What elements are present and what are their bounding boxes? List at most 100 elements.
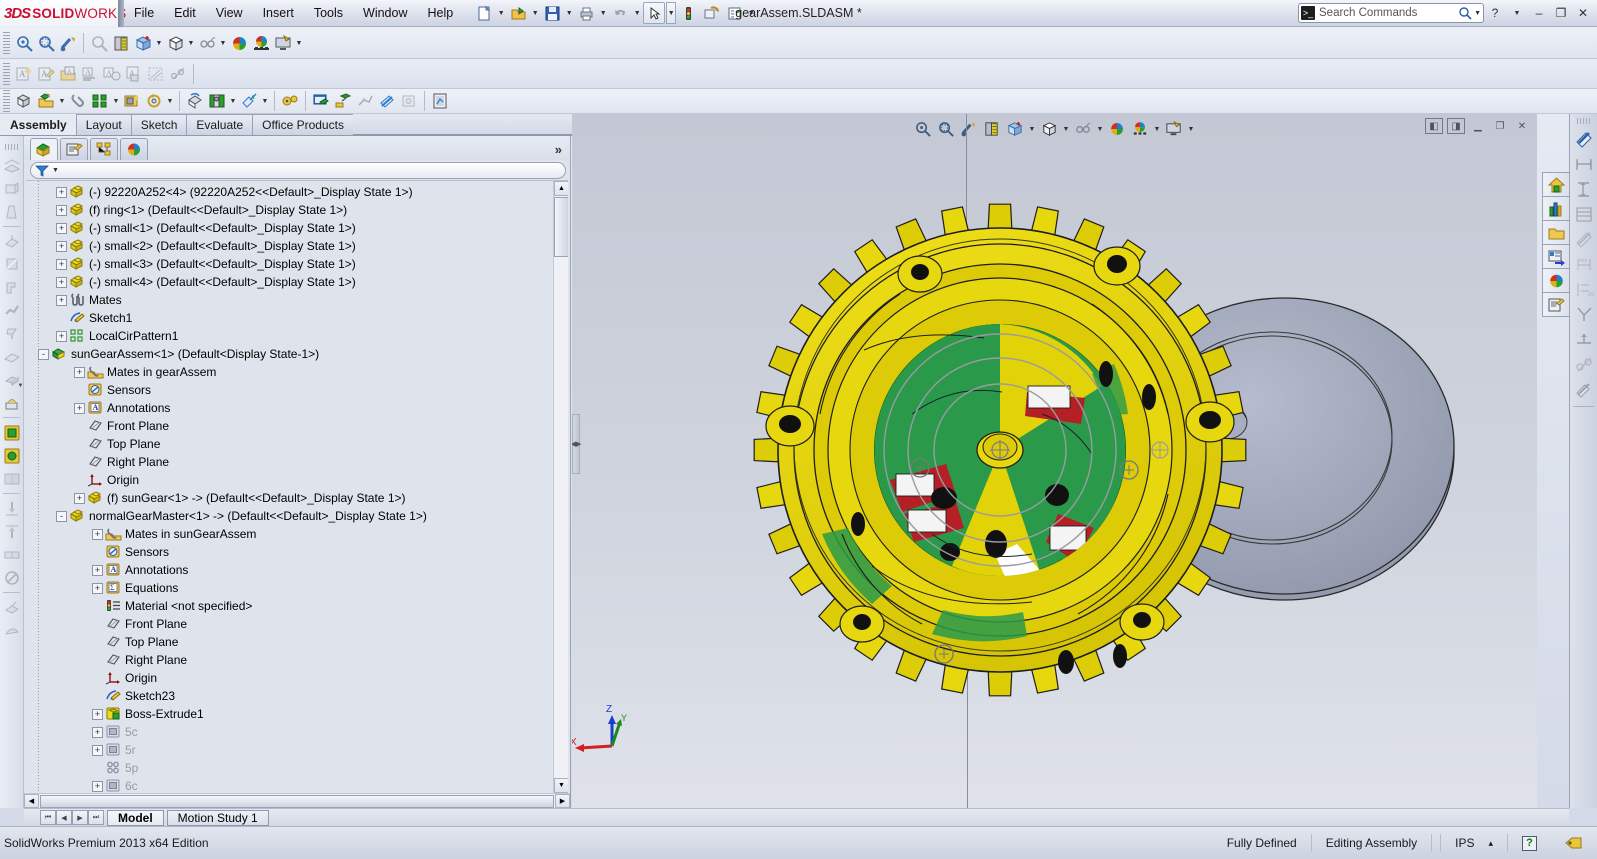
expand-node-button[interactable]: + [92, 780, 103, 792]
interference-detection-icon[interactable] [376, 90, 398, 112]
sketched-bend-icon[interactable] [1, 345, 23, 368]
chevron-down-icon[interactable]: ▼ [57, 90, 67, 112]
tab-sketch[interactable]: Sketch [130, 114, 188, 135]
chevron-down-icon[interactable]: ▼ [165, 90, 175, 112]
feature-manager-design-tree-icon[interactable] [30, 138, 58, 160]
vent-icon[interactable] [1, 520, 23, 543]
filter-dropdown-icon[interactable]: ▼ [52, 167, 59, 174]
expand-node-button[interactable]: + [56, 294, 67, 306]
chevron-down-icon[interactable]: ▼ [294, 32, 304, 54]
open-annotation-icon[interactable]: A [57, 63, 79, 85]
expand-node-button[interactable]: + [74, 402, 85, 414]
menu-item-edit[interactable]: Edit [164, 2, 206, 24]
expand-node-button[interactable]: + [92, 528, 103, 540]
feature-tree-item[interactable]: Right Plane [32, 651, 568, 669]
feature-tree-item[interactable]: + A Annotations [32, 561, 568, 579]
status-help-cell[interactable]: ? [1507, 834, 1551, 852]
feature-tree-item[interactable]: + Boss-Extrude1 [32, 705, 568, 723]
chevron-down-icon[interactable]: ▼ [186, 32, 196, 54]
help-dropdown-icon[interactable]: ▼ [1507, 3, 1527, 23]
fold-icon[interactable] [1, 619, 23, 642]
chevron-down-icon[interactable]: ▼ [598, 2, 608, 24]
tree-overflow-button[interactable]: » [555, 142, 562, 157]
chevron-down-icon[interactable]: ▼ [154, 32, 164, 54]
balloon-icon[interactable]: A [101, 63, 123, 85]
feature-tree-item[interactable]: + (-) small<4> (Default<<Default>_Display… [32, 273, 568, 291]
feature-tree-item[interactable]: Origin [32, 669, 568, 687]
feature-tree-scroll-area[interactable]: + (-) 92220A252<4> (92220A252<<Default>_D… [26, 180, 568, 793]
view-orientation-icon[interactable] [132, 32, 154, 54]
feature-tree-item[interactable]: Sensors [32, 543, 568, 561]
collapse-node-button[interactable]: - [38, 348, 49, 360]
feature-tree-item[interactable]: + LocalCirPattern1 [32, 327, 568, 345]
baseline-dimension-icon[interactable] [1572, 202, 1596, 227]
feature-tree-item[interactable]: + (f) ring<1> (Default<<Default>_Display … [32, 201, 568, 219]
cross-break-icon[interactable] [1, 444, 23, 467]
previous-view-icon[interactable] [88, 32, 110, 54]
zoom-to-fit-icon[interactable] [13, 32, 35, 54]
tab-office-products[interactable]: Office Products [252, 114, 354, 135]
expand-node-button[interactable]: + [74, 492, 85, 504]
vertical-dimension-icon[interactable] [1572, 177, 1596, 202]
scroll-down-button[interactable]: ▼ [554, 778, 568, 793]
strip-grip[interactable] [1576, 118, 1591, 124]
scroll-left-button[interactable]: ◀ [24, 794, 39, 808]
chevron-down-icon[interactable]: ▼ [111, 90, 121, 112]
gear-assembly-3d-model[interactable]: Z X Y [572, 114, 1537, 808]
feature-tree-item[interactable]: + Mates in sunGearAssem [32, 525, 568, 543]
dimension-icon[interactable] [167, 63, 189, 85]
strip-grip[interactable] [4, 144, 19, 150]
view-settings-icon[interactable] [272, 32, 294, 54]
stacked-balloon-icon[interactable]: A [123, 63, 145, 85]
new-document-icon[interactable] [473, 2, 495, 24]
feature-tree-item[interactable]: +5r [32, 741, 568, 759]
hole-series-icon[interactable] [398, 90, 420, 112]
status-tag-cell[interactable] [1551, 834, 1597, 852]
chevron-down-icon[interactable]: ▼ [632, 2, 642, 24]
feature-tree-item[interactable]: Front Plane [32, 417, 568, 435]
feature-tree-item[interactable]: Sketch23 [32, 687, 568, 705]
view-palette-icon[interactable] [1542, 244, 1569, 269]
feature-tree-item[interactable]: - normalGearMaster<1> -> (Default<<Defaul… [32, 507, 568, 525]
print-icon[interactable] [575, 2, 597, 24]
chevron-down-icon[interactable]: ▼ [564, 2, 574, 24]
feature-tree-item[interactable]: + (-) 92220A252<4> (92220A252<<Default>_D… [32, 183, 568, 201]
menu-item-tools[interactable]: Tools [304, 2, 353, 24]
tab-icon[interactable] [1, 543, 23, 566]
nav-prev-button[interactable]: ◀ [56, 810, 72, 825]
search-dropdown-icon[interactable]: ▼ [1474, 10, 1481, 17]
section-view-icon[interactable] [110, 32, 132, 54]
minimize-icon[interactable]: – [1529, 3, 1549, 23]
edge-flange-icon[interactable]: ▼ [1, 368, 24, 391]
exploded-view-icon[interactable] [332, 90, 354, 112]
zoom-to-area-icon[interactable] [35, 32, 57, 54]
expand-node-button[interactable]: + [92, 582, 103, 594]
appearances-scenes-icon[interactable] [1542, 268, 1569, 293]
menu-item-help[interactable]: Help [418, 2, 464, 24]
feature-tree-item[interactable]: + Σ Equations [32, 579, 568, 597]
display-style-icon[interactable] [164, 32, 186, 54]
design-library-icon[interactable] [1542, 196, 1569, 221]
reference-geometry-icon[interactable] [238, 90, 260, 112]
select-arrow-icon[interactable] [643, 2, 666, 24]
linear-pattern-icon[interactable] [89, 90, 111, 112]
menu-item-window[interactable]: Window [353, 2, 417, 24]
close-icon[interactable]: ✕ [1573, 3, 1593, 23]
traffic-light-icon[interactable] [677, 2, 699, 24]
feature-tree-item[interactable]: Origin [32, 471, 568, 489]
menu-item-file[interactable]: File [124, 2, 164, 24]
expand-node-button[interactable]: + [92, 564, 103, 576]
nav-last-button[interactable]: ⏭ [88, 810, 104, 825]
new-annotation-icon[interactable]: A [13, 63, 35, 85]
smart-dimension-icon[interactable] [1572, 127, 1596, 152]
toolbar-grip[interactable] [3, 32, 10, 54]
status-units[interactable]: IPS ▴ [1440, 834, 1507, 852]
expand-node-button[interactable]: + [74, 366, 85, 378]
feature-tree-item[interactable]: Right Plane [32, 453, 568, 471]
horizontal-dimension-icon[interactable] [1572, 152, 1596, 177]
chamfer-dimension-icon[interactable]: mm [1572, 252, 1596, 277]
expand-node-button[interactable]: + [56, 276, 67, 288]
rip-icon[interactable] [1, 253, 23, 276]
tab-assembly[interactable]: Assembly [0, 114, 77, 135]
chevron-down-icon[interactable]: ▼ [496, 2, 506, 24]
